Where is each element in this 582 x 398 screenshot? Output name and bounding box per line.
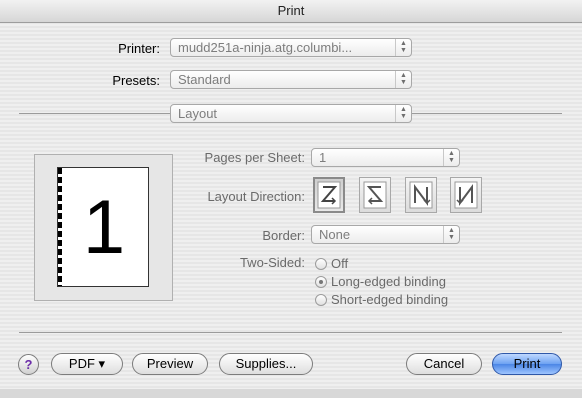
two-sided-long-edge-radio[interactable]: Long-edged binding xyxy=(315,274,446,289)
two-sided-off-radio[interactable]: Off xyxy=(315,256,348,271)
printer-value: mudd251a-ninja.atg.columbi... xyxy=(178,40,353,55)
popup-arrows-icon: ▲ ▼ xyxy=(395,71,411,88)
layout-direction-n-button[interactable] xyxy=(405,177,437,213)
preview-button[interactable]: Preview xyxy=(132,353,208,375)
pages-per-sheet-value: 1 xyxy=(319,150,327,165)
radio-button-icon xyxy=(315,258,327,270)
border-popup[interactable]: None ▲ ▼ xyxy=(311,225,460,244)
panel-popup[interactable]: Layout ▲ ▼ xyxy=(170,104,412,123)
separator-right xyxy=(412,113,562,114)
layout-preview: 1 xyxy=(34,154,173,301)
radio-button-icon xyxy=(315,294,327,306)
supplies-button[interactable]: Supplies... xyxy=(219,353,313,375)
bottom-separator xyxy=(19,332,562,333)
two-sided-label: Two-Sided: xyxy=(239,255,305,270)
two-sided-long-edge-label: Long-edged binding xyxy=(331,274,446,289)
border-label: Border: xyxy=(262,228,305,243)
border-value: None xyxy=(319,227,351,242)
print-button[interactable]: Print xyxy=(492,353,562,375)
z-pattern-icon xyxy=(317,181,341,209)
panel-value: Layout xyxy=(178,106,218,121)
window-title: Print xyxy=(0,0,582,23)
popup-arrows-icon: ▲ ▼ xyxy=(395,105,411,122)
preview-page: 1 xyxy=(57,167,149,287)
preview-page-number: 1 xyxy=(82,185,126,270)
separator-left xyxy=(19,113,170,114)
printer-label: Printer: xyxy=(118,41,160,56)
presets-value: Standard xyxy=(178,72,231,87)
underlying-window-strip xyxy=(0,389,582,398)
layout-direction-label: Layout Direction: xyxy=(207,189,305,204)
n-pattern-icon xyxy=(409,181,433,209)
help-button[interactable]: ? xyxy=(18,354,39,375)
layout-direction-z-button[interactable] xyxy=(313,177,345,213)
cancel-button[interactable]: Cancel xyxy=(406,353,482,375)
layout-direction-reverse-n-button[interactable] xyxy=(450,177,482,213)
popup-arrows-icon: ▲ ▼ xyxy=(443,149,459,166)
presets-label: Presets: xyxy=(112,73,160,88)
pdf-menu-button[interactable]: PDF ▾ xyxy=(51,353,123,375)
presets-popup[interactable]: Standard ▲ ▼ xyxy=(170,70,412,89)
layout-direction-reverse-z-button[interactable] xyxy=(359,177,391,213)
reverse-z-pattern-icon xyxy=(363,181,387,209)
radio-button-selected-icon xyxy=(315,276,327,288)
pages-per-sheet-label: Pages per Sheet: xyxy=(204,150,305,165)
two-sided-off-label: Off xyxy=(331,256,349,271)
printer-popup[interactable]: mudd251a-ninja.atg.columbi... ▲ ▼ xyxy=(170,38,412,57)
popup-arrows-icon: ▲ ▼ xyxy=(395,39,411,56)
popup-arrows-icon: ▲ ▼ xyxy=(443,226,459,243)
reverse-n-pattern-icon xyxy=(454,181,478,209)
two-sided-short-edge-radio[interactable]: Short-edged binding xyxy=(315,292,448,307)
two-sided-short-edge-label: Short-edged binding xyxy=(331,292,449,307)
pages-per-sheet-popup[interactable]: 1 ▲ ▼ xyxy=(311,148,460,167)
